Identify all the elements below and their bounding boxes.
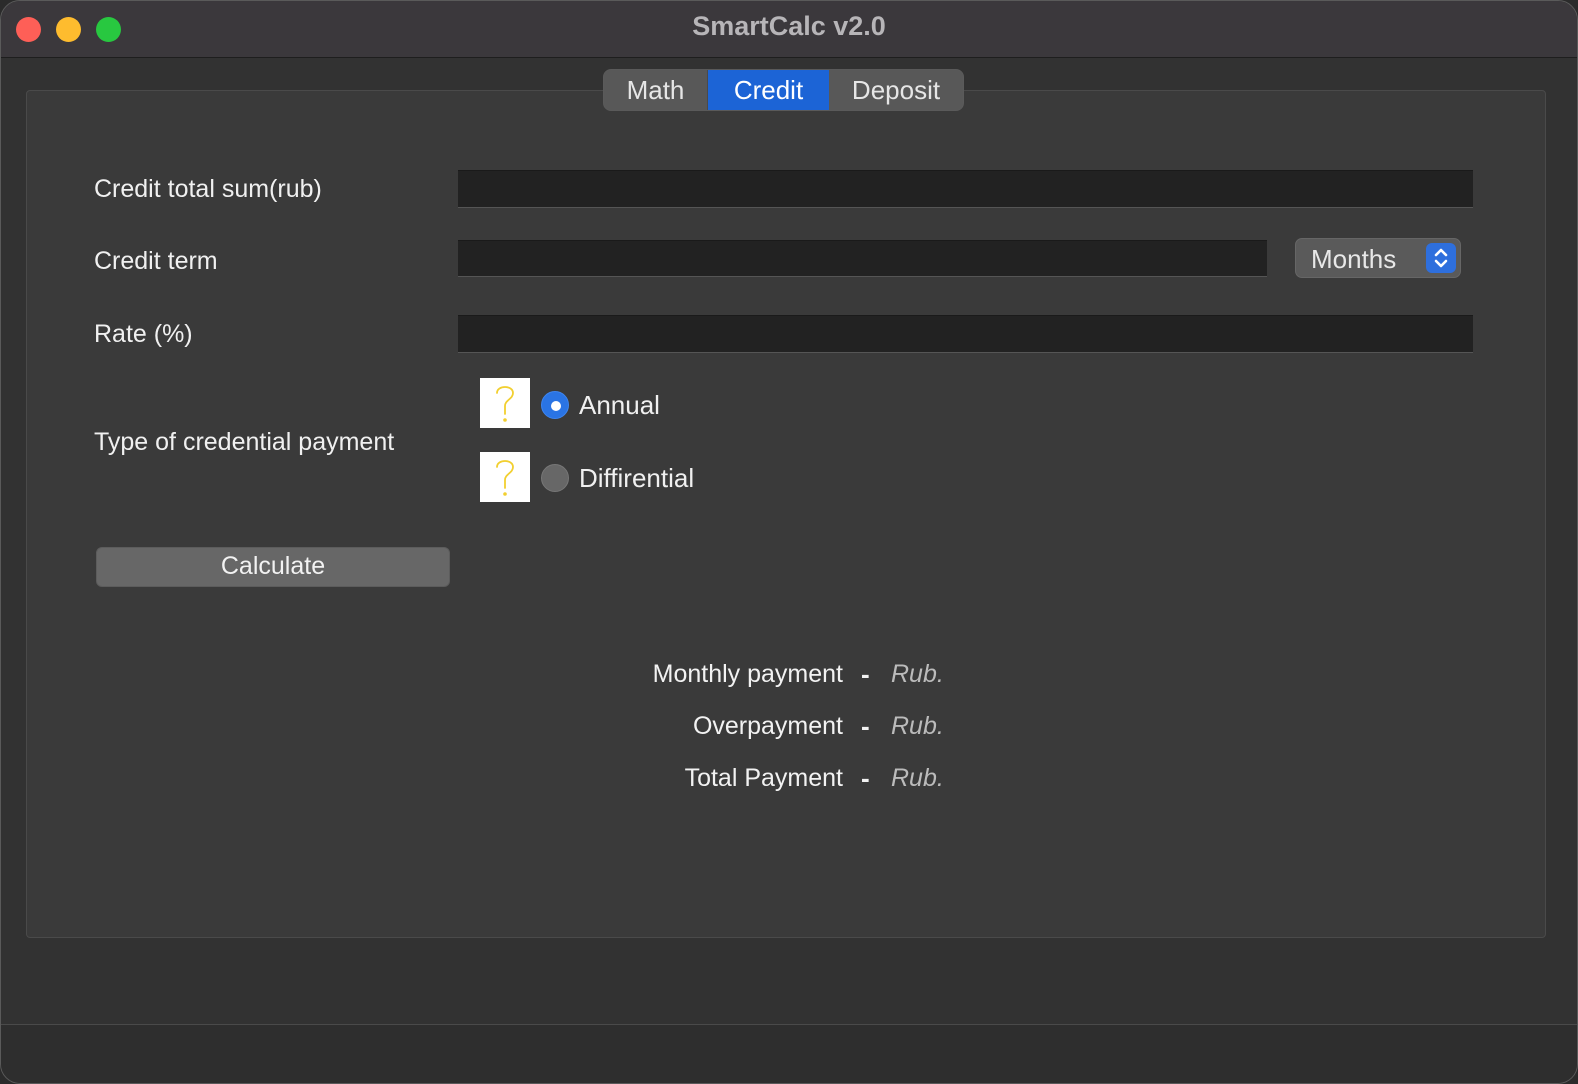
rate-label: Rate (%)	[94, 320, 193, 348]
annual-radio[interactable]	[541, 391, 569, 419]
credit-term-label: Credit term	[94, 247, 218, 275]
total-payment-value: Rub.	[891, 764, 944, 792]
title-bar[interactable]: SmartCalc v2.0	[1, 1, 1577, 58]
rate-input[interactable]	[458, 316, 1473, 352]
credit-tab-panel	[26, 90, 1546, 938]
credit-term-input[interactable]	[458, 241, 1267, 276]
differential-radio-label[interactable]: Diffirential	[579, 463, 694, 494]
term-unit-select[interactable]: Months	[1295, 238, 1461, 278]
term-unit-value: Months	[1311, 244, 1397, 274]
window-title: SmartCalc v2.0	[692, 11, 886, 41]
chevron-up-down-icon	[1426, 243, 1456, 273]
rate-field	[458, 315, 1473, 353]
overpayment-value: Rub.	[891, 712, 944, 740]
overpayment-dash: -	[861, 711, 870, 741]
differential-help-question-mark-icon[interactable]	[480, 452, 530, 502]
payment-type-label: Type of credential payment	[94, 428, 395, 456]
calculate-button[interactable]: Calculate	[96, 547, 450, 587]
total-payment-dash: -	[861, 763, 870, 793]
status-bar	[1, 1024, 1577, 1083]
monthly-payment-dash: -	[861, 659, 870, 689]
overpayment-label: Overpayment	[692, 712, 843, 740]
monthly-payment-value: Rub.	[891, 660, 944, 688]
differential-radio[interactable]	[541, 464, 569, 492]
credit-term-field	[458, 240, 1267, 277]
tab-bar: Math Credit Deposit	[603, 69, 964, 111]
annual-radio-label[interactable]: Annual	[579, 390, 660, 421]
credit-total-label: Credit total sum(rub)	[94, 175, 322, 203]
credit-total-field	[458, 170, 1473, 208]
tab-math[interactable]: Math	[604, 70, 708, 110]
tab-credit[interactable]: Credit	[708, 70, 829, 110]
total-payment-label: Total Payment	[684, 764, 843, 792]
monthly-payment-label: Monthly payment	[652, 660, 843, 688]
annual-help-question-mark-icon[interactable]	[480, 378, 530, 428]
credit-total-input[interactable]	[458, 171, 1473, 207]
app-window: SmartCalc v2.0 Math Credit Deposit Credi…	[0, 0, 1578, 1084]
tab-deposit[interactable]: Deposit	[829, 70, 963, 110]
